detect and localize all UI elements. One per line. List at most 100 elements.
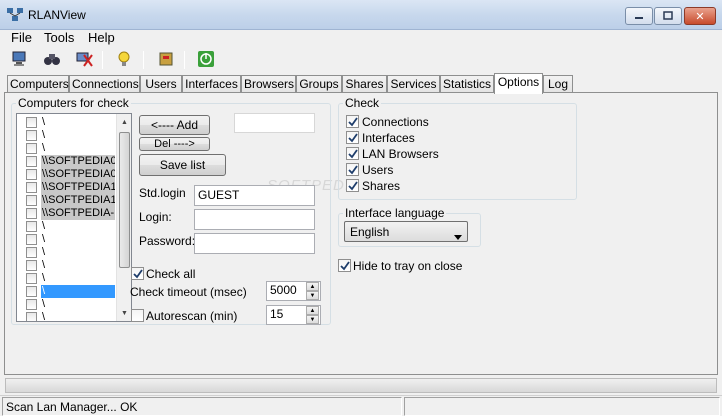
scroll-down-icon[interactable]: ▼	[117, 305, 131, 321]
list-item-label: \	[42, 272, 46, 284]
menu-help[interactable]: Help	[88, 30, 115, 45]
computer-name-field[interactable]	[234, 113, 315, 133]
list-item[interactable]: \	[17, 259, 113, 272]
list-item-checkbox[interactable]	[26, 143, 37, 154]
list-item[interactable]: \\SOFTPEDIA1	[17, 194, 115, 207]
tips-button[interactable]	[114, 50, 134, 70]
close-button[interactable]: ✕	[684, 7, 716, 25]
timeout-spinner[interactable]: 5000 ▲ ▼	[266, 281, 321, 301]
list-item[interactable]: \	[17, 142, 113, 155]
list-item[interactable]: \\SOFTPEDIA-E	[17, 207, 115, 220]
autorescan-spinner[interactable]: 15 ▲ ▼	[266, 305, 321, 325]
check-item-label: Connections	[362, 115, 429, 129]
list-item[interactable]: \	[17, 220, 113, 233]
spin-down-icon[interactable]: ▼	[306, 315, 319, 324]
list-item[interactable]: \	[17, 246, 113, 259]
window-title: RLANView	[28, 8, 86, 22]
status-pane-secondary	[404, 397, 720, 416]
list-item-checkbox[interactable]	[26, 117, 37, 128]
list-item-checkbox[interactable]	[26, 299, 37, 310]
check-item-label: Interfaces	[362, 131, 415, 145]
check-interfaces-checkbox[interactable]	[346, 131, 359, 144]
list-item-label: \	[42, 220, 46, 232]
check-item-label: LAN Browsers	[362, 147, 439, 161]
spin-down-icon[interactable]: ▼	[306, 291, 319, 300]
list-item[interactable]: \	[17, 233, 113, 246]
scroll-thumb[interactable]	[119, 132, 130, 268]
list-item[interactable]: \\SOFTPEDIA0	[17, 155, 115, 168]
chevron-down-icon	[454, 229, 462, 243]
spin-up-icon[interactable]: ▲	[306, 282, 319, 291]
list-item-checkbox[interactable]	[26, 208, 37, 219]
minimize-icon	[634, 9, 644, 23]
add-button[interactable]: <---- Add	[139, 115, 210, 135]
list-item-label: \	[42, 259, 46, 271]
language-select[interactable]: English	[344, 221, 468, 242]
std-login-field[interactable]: GUEST	[194, 185, 315, 206]
list-item-checkbox[interactable]	[26, 156, 37, 167]
list-item-checkbox[interactable]	[26, 130, 37, 141]
hide-tray-checkbox[interactable]	[338, 259, 351, 272]
language-selected: English	[350, 225, 390, 239]
check-all-checkbox[interactable]	[131, 267, 144, 280]
list-item-label: \\SOFTPEDIA1	[41, 194, 115, 207]
list-item-checkbox[interactable]	[26, 182, 37, 193]
list-item[interactable]: \	[17, 311, 113, 322]
list-item-checkbox[interactable]	[26, 312, 37, 321]
menu-tools[interactable]: Tools	[44, 30, 74, 45]
lan-manager-button[interactable]	[156, 50, 176, 70]
checkmark-icon	[348, 181, 358, 191]
check-group: Check Connections Interfaces LAN Browsers U…	[338, 96, 577, 200]
timeout-label: Check timeout (msec)	[130, 285, 247, 299]
scroll-up-icon[interactable]: ▲	[117, 114, 131, 130]
toolbar	[0, 48, 722, 72]
list-item-checkbox[interactable]	[26, 260, 37, 271]
close-icon: ✕	[695, 10, 705, 23]
list-item[interactable]: \	[17, 272, 113, 285]
tab-strip: Computers Connections Users Interfaces B…	[0, 73, 722, 94]
exit-button[interactable]	[196, 50, 216, 70]
minimize-button[interactable]	[625, 7, 653, 25]
list-item-label: \\SOFTPEDIA-E	[41, 207, 115, 220]
list-item-checkbox[interactable]	[26, 221, 37, 232]
status-pane-main: Scan Lan Manager... OK	[2, 397, 402, 416]
scan-computers-button[interactable]	[10, 50, 30, 70]
list-item-checkbox[interactable]	[26, 195, 37, 206]
title-bar: RLANView ✕	[0, 0, 722, 30]
list-item-label: \	[42, 311, 46, 322]
check-connections-checkbox[interactable]	[346, 115, 359, 128]
list-item-label: \	[42, 298, 46, 310]
maximize-button[interactable]	[654, 7, 682, 25]
check-users-checkbox[interactable]	[346, 163, 359, 176]
list-item-checkbox[interactable]	[26, 286, 37, 297]
std-login-label: Std.login	[139, 186, 186, 200]
list-item-checkbox[interactable]	[26, 247, 37, 258]
remove-computer-button[interactable]	[74, 50, 94, 70]
checkmark-icon	[133, 269, 143, 279]
spin-up-icon[interactable]: ▲	[306, 306, 319, 315]
list-item[interactable]: \\SOFTPEDIA1	[17, 181, 115, 194]
list-item-label: \	[42, 129, 46, 141]
check-shares-checkbox[interactable]	[346, 179, 359, 192]
computers-list[interactable]: \ \ \ \\SOFTPEDIA0 \\SOFTPEDIA0 \\SOFTPEDIA1 \…	[16, 113, 132, 322]
checkmark-icon	[348, 165, 358, 175]
password-field[interactable]	[194, 233, 315, 254]
menu-file[interactable]: File	[11, 30, 32, 45]
login-field[interactable]	[194, 209, 315, 230]
check-lan-browsers-checkbox[interactable]	[346, 147, 359, 160]
list-item[interactable]: \	[17, 285, 115, 298]
autorescan-checkbox[interactable]	[131, 309, 144, 322]
list-item[interactable]: \\SOFTPEDIA0	[17, 168, 115, 181]
list-item[interactable]: \	[17, 298, 113, 311]
list-item[interactable]: \	[17, 116, 113, 129]
del-button[interactable]: Del ---->	[139, 137, 210, 151]
tab-options[interactable]: Options	[494, 73, 543, 94]
find-button[interactable]	[42, 50, 62, 70]
save-list-button[interactable]: Save list	[139, 154, 226, 176]
list-item-checkbox[interactable]	[26, 273, 37, 284]
list-item-checkbox[interactable]	[26, 234, 37, 245]
list-item[interactable]: \	[17, 129, 113, 142]
password-label: Password:	[139, 234, 196, 248]
status-text: Scan Lan Manager... OK	[6, 400, 138, 414]
list-item-checkbox[interactable]	[26, 169, 37, 180]
